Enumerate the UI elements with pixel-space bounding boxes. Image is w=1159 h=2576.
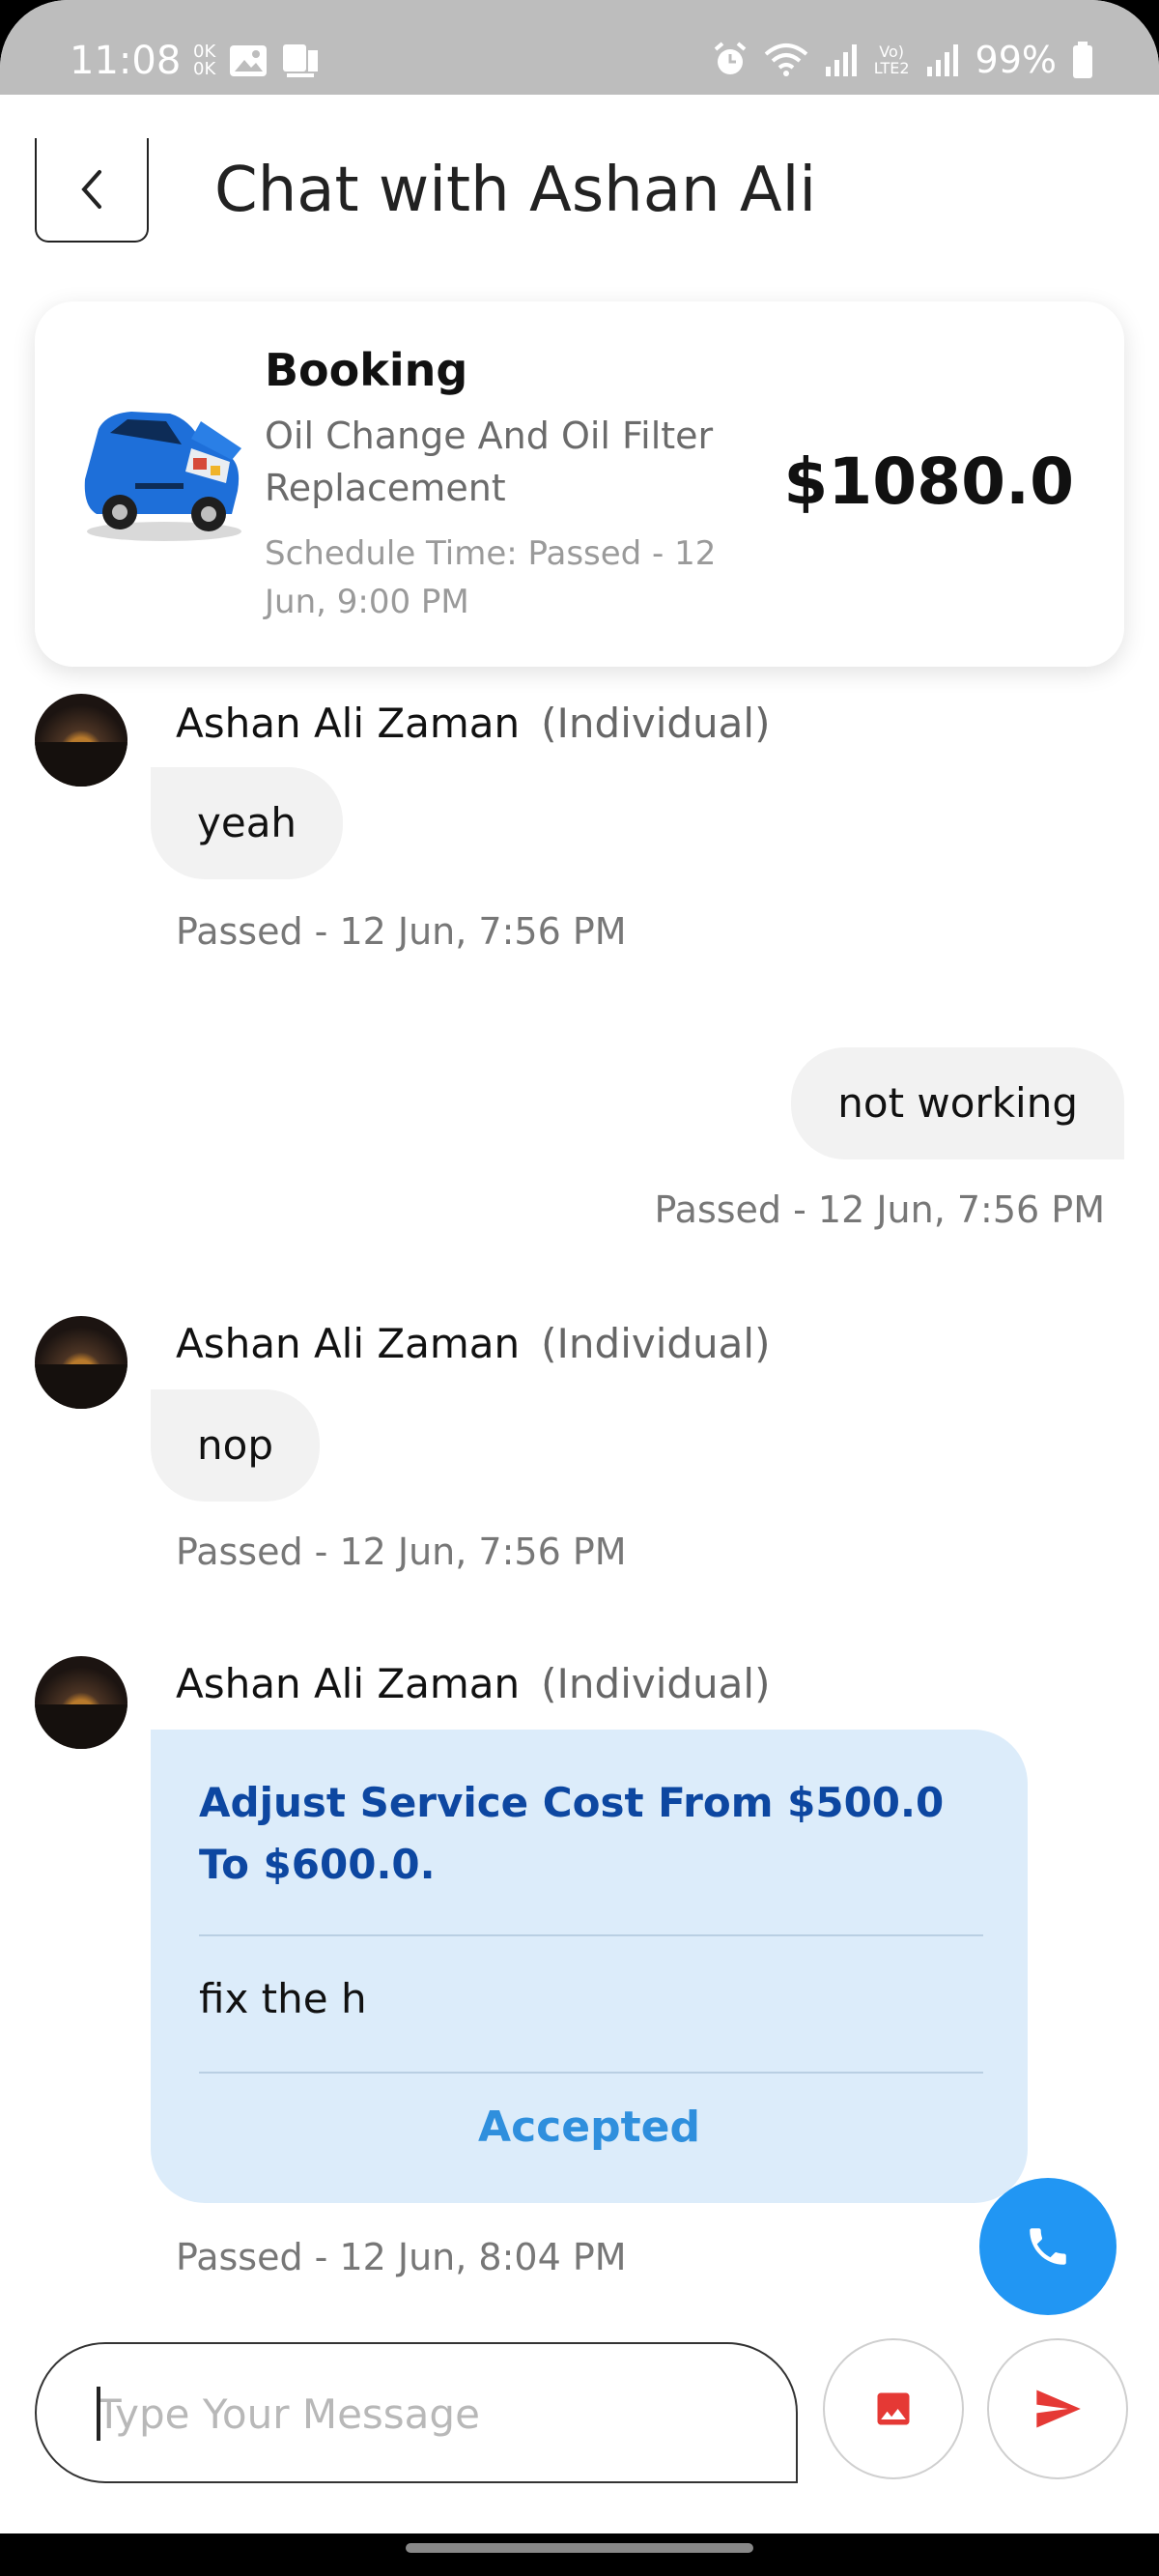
my-message-bubble[interactable]: not working: [791, 1047, 1124, 1159]
attach-image-button[interactable]: [823, 2338, 964, 2479]
chevron-left-icon: [81, 170, 101, 209]
gallery-icon: [230, 45, 268, 76]
send-button[interactable]: [987, 2338, 1128, 2479]
car-illustration-icon: [84, 412, 241, 541]
sender-name-text: Ashan Ali Zaman: [176, 1660, 521, 1707]
divider: [199, 2072, 983, 2074]
booking-card[interactable]: Booking Oil Change And Oil Filter Replac…: [35, 301, 1124, 667]
battery-percent: 99%: [975, 39, 1057, 81]
chat-screen: 11:08 0K 0K Vo) LTE2 99% Chat with Ashan A…: [0, 0, 1159, 2576]
sender-kind: (Individual): [541, 1660, 771, 1707]
signal-icon: [825, 44, 857, 76]
avatar[interactable]: [35, 1316, 127, 1409]
navigation-bar: [0, 2533, 1159, 2576]
booking-price: $1080.0: [783, 444, 1074, 519]
message-bubble[interactable]: yeah: [151, 767, 344, 879]
call-button[interactable]: [979, 2178, 1117, 2315]
status-time: 11:08: [70, 39, 182, 83]
sender-name: Ashan Ali Zaman (Individual): [176, 1660, 770, 1707]
sender-name-text: Ashan Ali Zaman: [176, 700, 521, 747]
booking-heading: Booking: [265, 344, 468, 396]
phone-icon: [1030, 2228, 1066, 2265]
send-icon: [1036, 2390, 1081, 2428]
offer-title: Adjust Service Cost From $500.0 To $600.…: [199, 1779, 945, 1888]
status-system-icons: Vo) LTE2 99%: [712, 39, 1093, 81]
signal-icon-2: [926, 44, 958, 76]
cost-adjustment-card[interactable]: Adjust Service Cost From $500.0 To $600.…: [151, 1730, 1028, 2203]
message-timestamp: Passed - 12 Jun, 7:56 PM: [176, 910, 627, 953]
message-timestamp: Passed - 12 Jun, 7:56 PM: [176, 1531, 627, 1573]
offer-status: Accepted: [478, 2103, 700, 2152]
image-icon: [877, 2392, 910, 2425]
sender-kind: (Individual): [541, 1320, 771, 1367]
booking-schedule: Schedule Time: Passed - 12 Jun, 9:00 PM: [265, 534, 717, 621]
screen-cast-icon: [283, 44, 319, 77]
sender-kind: (Individual): [541, 700, 771, 747]
page-title: Chat with Ashan Ali: [214, 155, 817, 226]
status-bar: 11:08 0K 0K Vo) LTE2 99%: [0, 0, 1159, 95]
back-button[interactable]: [35, 138, 149, 243]
data-speed-icon: 0K 0K: [193, 42, 216, 79]
avatar[interactable]: [35, 694, 127, 787]
avatar[interactable]: [35, 1656, 127, 1749]
alarm-icon: [714, 42, 747, 74]
sender-name: Ashan Ali Zaman (Individual): [176, 700, 770, 747]
message-input-box[interactable]: [35, 2342, 798, 2483]
message-timestamp: Passed - 12 Jun, 8:04 PM: [176, 2236, 627, 2278]
message-bubble[interactable]: nop: [151, 1389, 320, 1502]
divider: [199, 1934, 983, 1936]
wifi-icon: [764, 43, 808, 76]
booking-service: Oil Change And Oil Filter Replacement: [265, 415, 714, 509]
offer-note: fix the h: [199, 1975, 367, 2022]
volte-icon: Vo) LTE2: [873, 43, 910, 77]
sender-name-text: Ashan Ali Zaman: [176, 1320, 521, 1367]
battery-icon: [1073, 42, 1092, 78]
sender-name: Ashan Ali Zaman (Individual): [176, 1320, 770, 1367]
home-indicator[interactable]: [406, 2543, 753, 2553]
message-timestamp: Passed - 12 Jun, 7:56 PM: [654, 1188, 1105, 1231]
message-input[interactable]: [95, 2344, 755, 2483]
status-notification-icons: 0K 0K: [193, 43, 320, 79]
text-caret: [97, 2387, 100, 2441]
